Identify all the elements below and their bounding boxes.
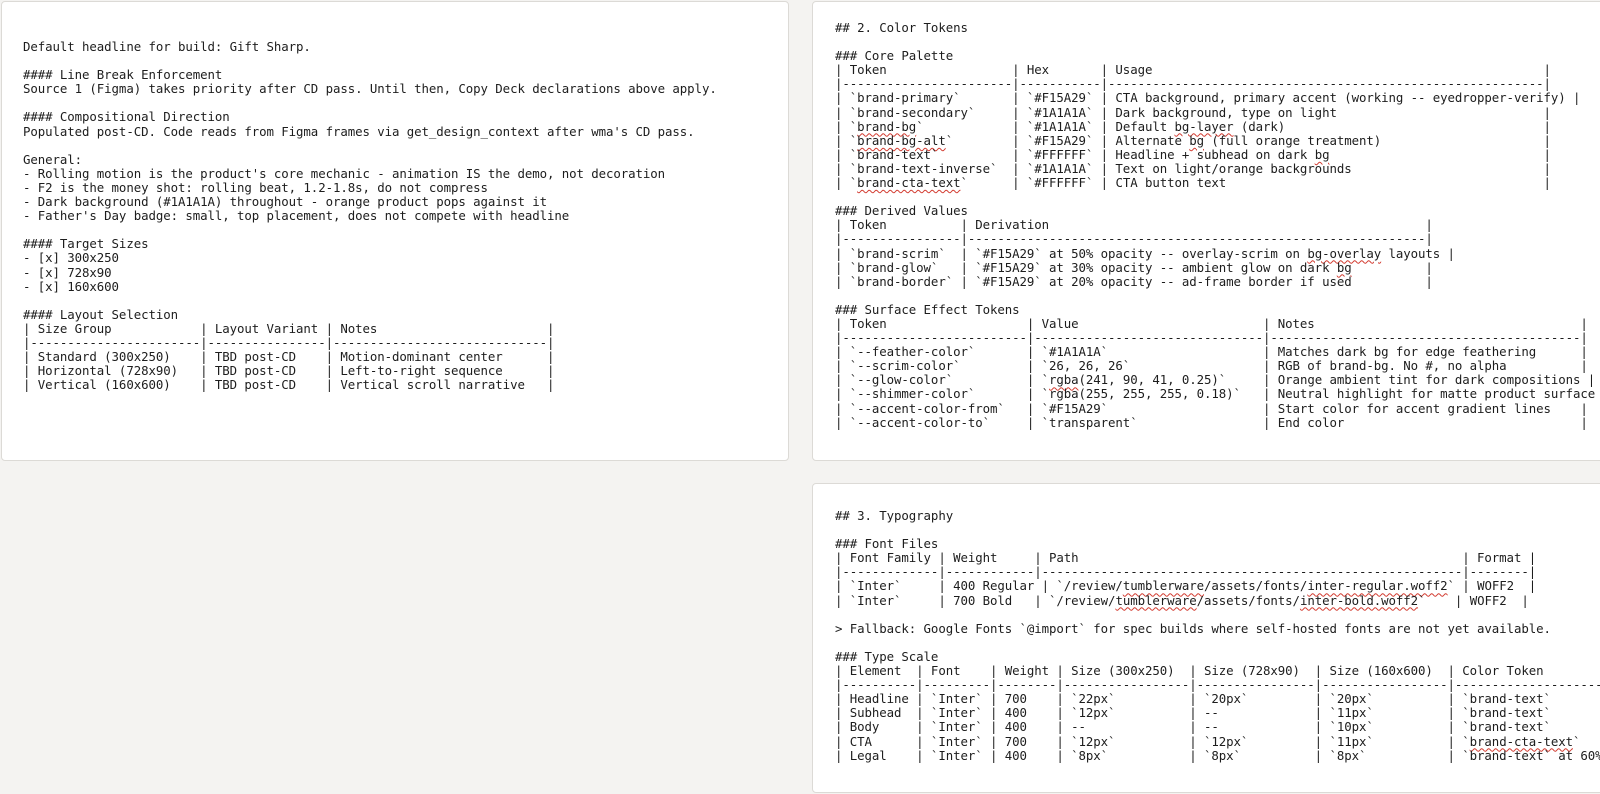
spellcheck-mark: inter-bold.woff2 xyxy=(1299,592,1419,608)
text-line: | CTA | `Inter` | 700 | `12px` | `12px` … xyxy=(835,733,1581,749)
text-line: | `--accent-color-from` | `#F15A29` | St… xyxy=(835,400,1588,416)
text-line: | `brand-cta-text` | `#FFFFFF` | CTA but… xyxy=(835,175,1551,191)
text-line: Populated post-CD. Code reads from Figma… xyxy=(23,123,695,139)
text-line: | `brand-text` | `#FFFFFF` | Headline + … xyxy=(835,146,1551,162)
text-line: ### Type Scale xyxy=(835,648,939,664)
text-line: |----------------|----------------------… xyxy=(835,231,1433,247)
spellcheck-mark: brand-bg xyxy=(857,118,917,134)
spellcheck-mark: bg xyxy=(1189,132,1205,148)
spellcheck-mark: tumblerware xyxy=(1122,578,1204,594)
copy-deck-panel[interactable]: Default headline for build: Gift Sharp. #… xyxy=(1,1,789,461)
spellcheck-mark: tumblerware xyxy=(1115,592,1197,608)
text-line: | `brand-glow` | `#F15A29` at 30% opacit… xyxy=(835,259,1433,275)
text-line: |-----------------------|-----------|---… xyxy=(835,76,1551,92)
text-line: | `brand-border` | `#F15A29` at 20% opac… xyxy=(835,273,1433,289)
spellcheck-mark: brand-cta-text xyxy=(1469,733,1573,749)
text-line xyxy=(835,523,1600,537)
text-line: | `--glow-color` | `rgba(241, 90, 41, 0.… xyxy=(835,372,1596,388)
text-line: > Fallback: Google Fonts `@import` for s… xyxy=(835,620,1551,636)
text-line: ## 3. Typography xyxy=(835,508,954,523)
spellcheck-mark: rgba xyxy=(1049,372,1079,388)
text-line: - Father's Day badge: small, top placeme… xyxy=(23,208,570,224)
text-line: | Element | Font | Weight | Size (300x25… xyxy=(835,663,1600,679)
text-line: |----------|---------|--------|---------… xyxy=(835,677,1600,693)
text-line: | Body | `Inter` | 400 | -- | -- | `10px… xyxy=(835,719,1600,735)
typography-panel[interactable]: ## 3. Typography ### Font Files | Font Fam… xyxy=(812,483,1600,793)
text-line: | `--accent-color-to` | `transparent` | … xyxy=(835,414,1588,430)
text-line: | Font Family | Weight | Path | Format | xyxy=(835,550,1537,566)
text-line: | Vertical (160x600) | TBD post-CD | Ver… xyxy=(23,377,555,393)
text-line: | `brand-secondary` | `#1A1A1A` | Dark b… xyxy=(835,104,1551,120)
text-line xyxy=(23,223,717,237)
text-line: #### Line Break Enforcement xyxy=(23,67,223,83)
text-line xyxy=(835,636,1600,650)
text-line: | `Inter` | 400 Regular | `/review/tumbl… xyxy=(835,578,1537,594)
text-line xyxy=(23,139,717,153)
text-line: - [x] 300x250 xyxy=(23,250,119,266)
text-line: | Horizontal (728x90) | TBD post-CD | Le… xyxy=(23,363,555,379)
text-line: ### Core Palette xyxy=(835,48,954,64)
text-line: | `brand-bg-alt` | `#F15A29` | Alternate… xyxy=(835,132,1551,148)
text-line xyxy=(835,190,1600,204)
text-line: |-----------------------|---------------… xyxy=(23,334,555,350)
spellcheck-mark: bg xyxy=(1314,146,1330,162)
text-line xyxy=(23,54,717,68)
text-line: | `brand-text-inverse` | `#1A1A1A` | Tex… xyxy=(835,160,1551,176)
text-line: General: xyxy=(23,151,83,167)
text-line: | Legal | `Inter` | 400 | `8px` | `8px` … xyxy=(835,747,1600,763)
text-line: - Rolling motion is the product's core m… xyxy=(23,165,666,181)
color-tokens-text[interactable]: ## 2. Color Tokens ### Core Palette | Toke… xyxy=(835,20,1600,430)
text-line: | `--shimmer-color` | `rgba(255, 255, 25… xyxy=(835,386,1600,402)
text-line: #### Target Sizes xyxy=(23,236,149,252)
text-line: | `brand-primary` | `#F15A29` | CTA back… xyxy=(835,90,1581,106)
spellcheck-mark: bg xyxy=(1336,259,1352,275)
text-line: | `--feather-color` | `#1A1A1A` | Matche… xyxy=(835,344,1588,360)
text-line: | Token | Hex | Usage | xyxy=(835,62,1551,78)
copy-deck-text[interactable]: Default headline for build: Gift Sharp. #… xyxy=(23,39,717,393)
text-line xyxy=(835,289,1600,303)
text-line: | `brand-bg` | `#1A1A1A` | Default bg-la… xyxy=(835,118,1551,134)
text-line: |-------------------------|-------------… xyxy=(835,330,1588,346)
text-line xyxy=(23,294,717,308)
text-line: #### Compositional Direction xyxy=(23,109,230,125)
text-line: | `brand-scrim` | `#F15A29` at 50% opaci… xyxy=(835,245,1455,261)
text-line: - Dark background (#1A1A1A) throughout -… xyxy=(23,194,547,210)
text-line: | Token | Derivation | xyxy=(835,217,1433,233)
text-line: | Subhead | `Inter` | 400 | `12px` | -- … xyxy=(835,705,1600,721)
text-line: Source 1 (Figma) takes priority after CD… xyxy=(23,81,717,97)
spellcheck-mark: brand-bg-alt xyxy=(857,132,946,148)
text-line: | Standard (300x250) | TBD post-CD | Mot… xyxy=(23,349,555,365)
text-line: ### Surface Effect Tokens xyxy=(835,301,1020,317)
text-line xyxy=(23,96,717,110)
text-line: |-------------|------------|------------… xyxy=(835,564,1537,580)
text-line: | Token | Value | Notes | xyxy=(835,315,1588,331)
text-line: #### Layout Selection xyxy=(23,306,178,322)
spellcheck-mark: inter-regular.woff2 xyxy=(1307,578,1448,594)
text-line: - [x] 728x90 xyxy=(23,264,112,280)
text-line: ## 2. Color Tokens xyxy=(835,20,968,35)
text-line: | `Inter` | 700 Bold | `/review/tumblerw… xyxy=(835,592,1529,608)
text-line: - [x] 160x600 xyxy=(23,278,119,294)
text-line xyxy=(835,608,1600,622)
spellcheck-mark: bg-overlay xyxy=(1307,245,1382,261)
typography-text[interactable]: ## 3. Typography ### Font Files | Font Fam… xyxy=(835,508,1600,763)
spellcheck-mark: brand-cta-text xyxy=(857,175,961,191)
text-line: ### Derived Values xyxy=(835,203,968,219)
text-line xyxy=(835,35,1600,49)
spellcheck-mark: bg-layer xyxy=(1174,118,1234,134)
color-tokens-panel[interactable]: ## 2. Color Tokens ### Core Palette | Toke… xyxy=(812,1,1600,461)
text-line: - F2 is the money shot: rolling beat, 1.… xyxy=(23,179,488,195)
text-line: | Size Group | Layout Variant | Notes | xyxy=(23,320,555,336)
text-line: | Headline | `Inter` | 700 | `22px` | `2… xyxy=(835,691,1600,707)
text-line: ### Font Files xyxy=(835,536,939,552)
text-line: Default headline for build: Gift Sharp. xyxy=(23,39,311,54)
text-line: | `--scrim-color` | `26, 26, 26` | RGB o… xyxy=(835,358,1588,374)
